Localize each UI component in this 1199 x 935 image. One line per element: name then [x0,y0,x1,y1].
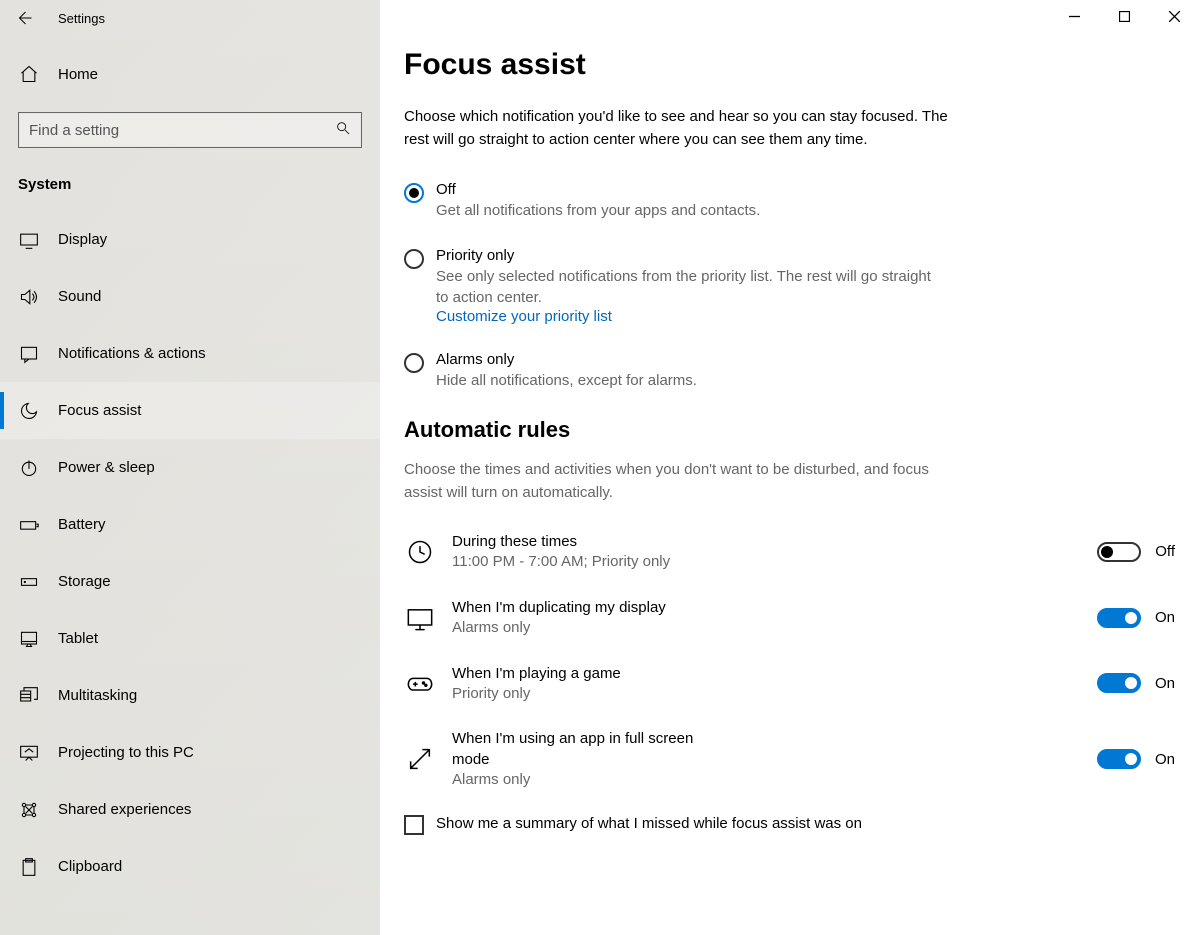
toggle-state: On [1155,751,1175,768]
toggle-state: On [1155,609,1175,626]
option-off-desc: Get all notifications from your apps and… [436,200,760,221]
display-icon [404,602,436,634]
toggle-playing-game[interactable] [1097,673,1141,693]
app-title: Settings [58,11,105,26]
sidebar-item-label: Projecting to this PC [58,744,194,761]
option-alarms-desc: Hide all notifications, except for alarm… [436,370,697,391]
multitasking-icon [18,685,40,707]
option-priority-label: Priority only [436,247,944,264]
search-box[interactable] [18,112,362,148]
option-alarms-label: Alarms only [436,351,697,368]
option-alarms-only[interactable]: Alarms only Hide all notifications, exce… [404,351,944,391]
rule-subtitle: Alarms only [452,618,1081,638]
toggle-during-times[interactable] [1097,542,1141,562]
radio-off[interactable] [404,183,424,203]
toggle-duplicating-display[interactable] [1097,608,1141,628]
main-content: Focus assist Choose which notification y… [380,0,1199,935]
storage-icon [18,571,40,593]
customize-priority-link[interactable]: Customize your priority list [436,308,944,325]
close-button[interactable] [1149,0,1199,32]
summary-checkbox-label: Show me a summary of what I missed while… [436,815,862,832]
rule-title: When I'm playing a game [452,664,712,684]
rule-title: When I'm duplicating my display [452,598,712,618]
sidebar-item-battery[interactable]: Battery [0,496,380,553]
sidebar-item-label: Power & sleep [58,459,155,476]
sidebar-item-focus-assist[interactable]: Focus assist [0,382,380,439]
clipboard-icon [18,856,40,878]
rule-subtitle: Alarms only [452,770,1081,790]
option-off-label: Off [436,181,760,198]
sidebar-item-notifications[interactable]: Notifications & actions [0,325,380,382]
window-controls [1049,0,1199,32]
rule-subtitle: Priority only [452,684,1081,704]
gamepad-icon [404,667,436,699]
sidebar-item-label: Clipboard [58,858,122,875]
sidebar: Settings Home System Display Sound Notif… [0,0,380,935]
option-priority-desc: See only selected notifications from the… [436,266,944,308]
sidebar-item-label: Sound [58,288,101,305]
rule-duplicating-display[interactable]: When I'm duplicating my display Alarms o… [404,598,1175,638]
sidebar-section-header: System [0,168,380,211]
rule-title: During these times [452,532,712,552]
summary-checkbox[interactable] [404,815,424,835]
rule-playing-game[interactable]: When I'm playing a game Priority only On [404,664,1175,704]
automatic-rules-intro: Choose the times and activities when you… [404,459,944,504]
sidebar-item-storage[interactable]: Storage [0,553,380,610]
projecting-icon [18,742,40,764]
sidebar-item-tablet[interactable]: Tablet [0,610,380,667]
page-intro: Choose which notification you'd like to … [404,106,964,151]
sidebar-home[interactable]: Home [0,36,380,108]
summary-checkbox-row[interactable]: Show me a summary of what I missed while… [404,815,1175,835]
rule-title: When I'm using an app in full screen mod… [452,729,712,770]
sidebar-home-label: Home [58,66,98,83]
sidebar-item-label: Focus assist [58,402,141,419]
back-arrow-icon [15,9,33,27]
automatic-rules-title: Automatic rules [404,417,1175,443]
rule-subtitle: 11:00 PM - 7:00 AM; Priority only [452,552,1081,572]
maximize-button[interactable] [1099,0,1149,32]
power-icon [18,457,40,479]
notifications-icon [18,343,40,365]
shared-experiences-icon [18,799,40,821]
sidebar-item-clipboard[interactable]: Clipboard [0,838,380,895]
search-icon [335,120,351,141]
back-button[interactable] [14,8,34,28]
option-priority-only[interactable]: Priority only See only selected notifica… [404,247,944,325]
sidebar-item-label: Battery [58,516,106,533]
toggle-state: On [1155,675,1175,692]
home-icon [18,63,40,85]
sidebar-item-display[interactable]: Display [0,211,380,268]
sidebar-item-shared-experiences[interactable]: Shared experiences [0,781,380,838]
battery-icon [18,514,40,536]
titlebar: Settings [0,0,380,36]
clock-icon [404,536,436,568]
radio-priority[interactable] [404,249,424,269]
sidebar-item-power-sleep[interactable]: Power & sleep [0,439,380,496]
display-icon [18,229,40,251]
search-input[interactable] [29,122,335,139]
toggle-state: Off [1155,543,1175,560]
sidebar-item-multitasking[interactable]: Multitasking [0,667,380,724]
sidebar-item-label: Storage [58,573,111,590]
toggle-fullscreen-app[interactable] [1097,749,1141,769]
page-title: Focus assist [404,48,1175,82]
sidebar-item-label: Display [58,231,107,248]
minimize-button[interactable] [1049,0,1099,32]
sidebar-item-label: Multitasking [58,687,137,704]
sidebar-item-sound[interactable]: Sound [0,268,380,325]
option-off[interactable]: Off Get all notifications from your apps… [404,181,944,221]
rule-fullscreen-app[interactable]: When I'm using an app in full screen mod… [404,729,1175,789]
sidebar-item-label: Shared experiences [58,801,191,818]
tablet-icon [18,628,40,650]
focus-assist-icon [18,400,40,422]
sidebar-item-projecting[interactable]: Projecting to this PC [0,724,380,781]
sidebar-item-label: Tablet [58,630,98,647]
sidebar-item-label: Notifications & actions [58,345,206,362]
rule-during-these-times[interactable]: During these times 11:00 PM - 7:00 AM; P… [404,532,1175,572]
sound-icon [18,286,40,308]
fullscreen-icon [404,743,436,775]
radio-alarms[interactable] [404,353,424,373]
